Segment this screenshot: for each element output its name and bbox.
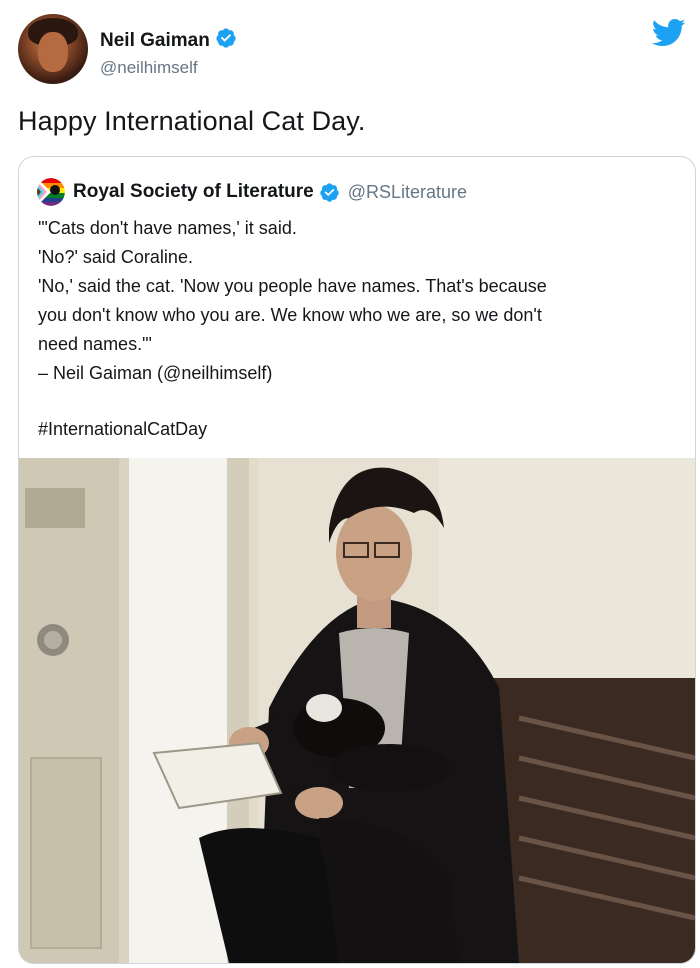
twitter-bird-icon — [652, 18, 686, 47]
quoted-author-name[interactable]: Royal Society of Literature — [73, 181, 314, 203]
tweet-text: Happy International Cat Day. — [18, 106, 366, 136]
author-name[interactable]: Neil Gaiman — [100, 30, 210, 51]
quoted-tweet-header: Royal Society of Literature @RSLiteratur… — [37, 177, 467, 207]
quote-line: you don't know who you are. We know who … — [38, 305, 542, 325]
quote-line: 'No,' said the cat. 'Now you people have… — [38, 276, 547, 296]
quote-line: need names."' — [38, 334, 152, 354]
verified-badge-icon — [320, 182, 339, 202]
quote-line: 'No?' said Coraline. — [38, 247, 193, 267]
hashtag-link[interactable]: #InternationalCatDay — [38, 419, 207, 440]
quoted-tweet-card[interactable]: Royal Society of Literature @RSLiteratur… — [18, 156, 696, 964]
verified-badge-icon — [216, 28, 236, 48]
tweet-header: Neil Gaiman @neilhimself — [18, 14, 698, 86]
author-avatar[interactable] — [18, 14, 88, 84]
tweet-photo[interactable] — [19, 458, 695, 963]
author-name-row[interactable]: Neil Gaiman — [100, 27, 237, 52]
author-handle[interactable]: @neilhimself — [100, 58, 198, 78]
quote-line: '"Cats don't have names,' it said. — [38, 218, 297, 238]
rsl-logo-icon — [37, 178, 65, 206]
quote-line: – Neil Gaiman (@neilhimself) — [38, 363, 273, 383]
quoted-author-handle[interactable]: @RSLiterature — [348, 182, 467, 203]
quoted-tweet-text: '"Cats don't have names,' it said. 'No?'… — [38, 214, 678, 388]
